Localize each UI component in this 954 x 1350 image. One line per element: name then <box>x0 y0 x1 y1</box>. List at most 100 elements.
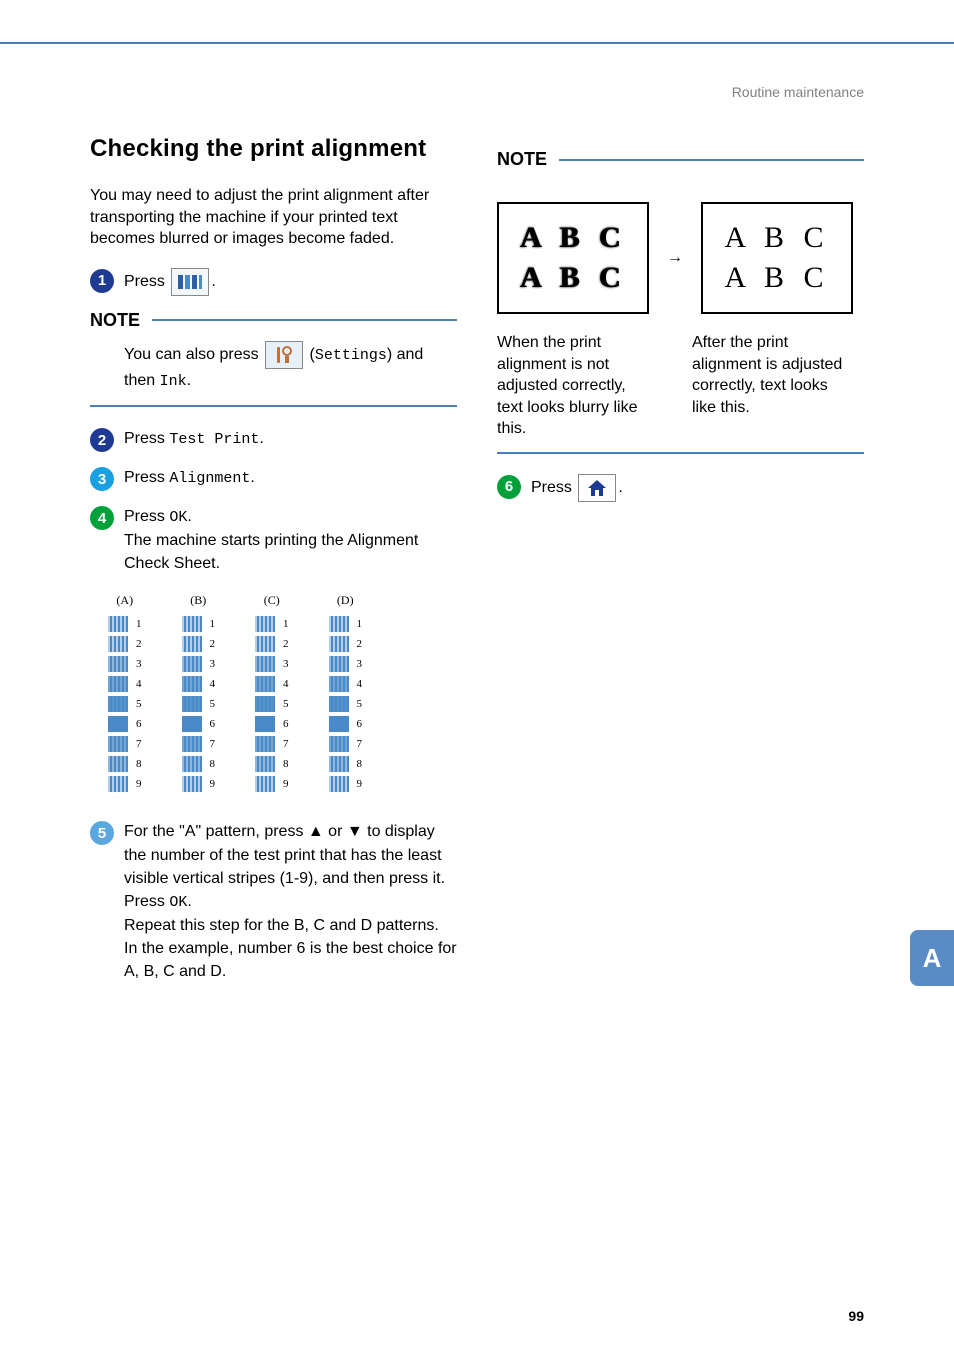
alignment-swatch-number: 5 <box>283 698 289 710</box>
note-rule <box>559 159 864 161</box>
top-rule <box>0 42 954 44</box>
alignment-swatch-row: 1 <box>255 614 289 634</box>
alignment-swatch <box>255 696 275 712</box>
alignment-swatch <box>182 776 202 792</box>
note-1-header: NOTE <box>90 310 457 331</box>
alignment-column-header: (B) <box>182 593 216 608</box>
alignment-swatch <box>255 636 275 652</box>
alignment-swatch <box>255 656 275 672</box>
home-icon <box>578 474 616 502</box>
alignment-swatch <box>108 636 128 652</box>
alignment-column-header: (A) <box>108 593 142 608</box>
alignment-swatch-number: 7 <box>357 738 363 750</box>
alignment-swatch-row: 1 <box>108 614 142 634</box>
alignment-swatch-row: 2 <box>329 634 363 654</box>
alignment-swatch <box>329 676 349 692</box>
sample-correct: A B C A B C <box>701 202 853 314</box>
alignment-swatch-number: 3 <box>357 658 363 670</box>
alignment-swatch-number: 5 <box>210 698 216 710</box>
alignment-swatch-row: 7 <box>329 734 363 754</box>
alignment-swatch-row: 6 <box>255 714 289 734</box>
alignment-swatch-number: 7 <box>283 738 289 750</box>
alignment-swatch-number: 7 <box>210 738 216 750</box>
alignment-swatch-row: 5 <box>108 694 142 714</box>
alignment-swatch <box>108 756 128 772</box>
alignment-swatch-number: 8 <box>357 758 363 770</box>
alignment-check-sheet: (A)123456789(B)123456789(C)123456789(D)1… <box>108 593 457 794</box>
chapter-tab: A <box>910 930 954 986</box>
alignment-swatch <box>182 696 202 712</box>
alignment-swatch-row: 5 <box>182 694 216 714</box>
alignment-swatch-number: 3 <box>283 658 289 670</box>
alignment-swatch <box>108 656 128 672</box>
note-1-body: You can also press (Settings) and then I… <box>90 341 457 394</box>
alignment-swatch-number: 5 <box>357 698 363 710</box>
alignment-swatch-number: 1 <box>210 618 216 630</box>
alignment-swatch <box>108 736 128 752</box>
note-label: NOTE <box>90 310 140 331</box>
alignment-swatch <box>182 636 202 652</box>
alignment-swatch-number: 8 <box>283 758 289 770</box>
step-number-4: 4 <box>90 506 114 530</box>
alignment-column-header: (D) <box>329 593 363 608</box>
alignment-swatch-row: 8 <box>108 754 142 774</box>
alignment-swatch-number: 4 <box>283 678 289 690</box>
alignment-swatch-row: 8 <box>182 754 216 774</box>
alignment-comparison: A B C A B C → A B C A B C <box>497 202 864 314</box>
note-2-header: NOTE <box>497 149 864 170</box>
alignment-swatch-number: 8 <box>136 758 142 770</box>
running-header: Routine maintenance <box>732 84 864 100</box>
alignment-swatch-row: 1 <box>329 614 363 634</box>
alignment-swatch-number: 4 <box>136 678 142 690</box>
note-label: NOTE <box>497 149 547 170</box>
alignment-swatch <box>182 616 202 632</box>
alignment-swatch-number: 2 <box>357 638 363 650</box>
step-number-2: 2 <box>90 428 114 452</box>
alignment-swatch <box>329 756 349 772</box>
alignment-swatch <box>255 756 275 772</box>
alignment-swatch-number: 2 <box>136 638 142 650</box>
alignment-swatch-row: 2 <box>255 634 289 654</box>
ink-icon <box>171 268 209 296</box>
alignment-swatch-row: 3 <box>255 654 289 674</box>
note-1-end-rule <box>90 405 457 407</box>
alignment-swatch-row: 7 <box>108 734 142 754</box>
alignment-swatch-number: 6 <box>357 718 363 730</box>
alignment-swatch <box>182 716 202 732</box>
alignment-swatch-row: 3 <box>329 654 363 674</box>
step-number-5: 5 <box>90 821 114 845</box>
alignment-swatch-row: 4 <box>108 674 142 694</box>
alignment-swatch-number: 8 <box>210 758 216 770</box>
alignment-swatch-number: 9 <box>210 778 216 790</box>
comparison-captions: When the print alignment is not adjusted… <box>497 332 864 440</box>
alignment-swatch-number: 7 <box>136 738 142 750</box>
step-4: 4 Press OK. The machine starts printing … <box>90 505 457 575</box>
alignment-swatch <box>255 716 275 732</box>
alignment-swatch-row: 3 <box>182 654 216 674</box>
alignment-swatch <box>329 696 349 712</box>
sample-blurry: A B C A B C <box>497 202 649 314</box>
alignment-swatch-row: 4 <box>182 674 216 694</box>
alignment-swatch-row: 4 <box>329 674 363 694</box>
intro-paragraph: You may need to adjust the print alignme… <box>90 185 457 250</box>
alignment-swatch-number: 5 <box>136 698 142 710</box>
alignment-swatch-row: 8 <box>329 754 363 774</box>
alignment-swatch <box>182 656 202 672</box>
note-2-end-rule <box>497 452 864 454</box>
alignment-swatch-row: 6 <box>108 714 142 734</box>
alignment-swatch-number: 9 <box>136 778 142 790</box>
alignment-swatch-row: 7 <box>182 734 216 754</box>
alignment-swatch-row: 9 <box>255 774 289 794</box>
blurry-caption: When the print alignment is not adjusted… <box>497 332 652 440</box>
page-number: 99 <box>848 1308 864 1324</box>
alignment-swatch-row: 9 <box>329 774 363 794</box>
alignment-swatch <box>329 656 349 672</box>
alignment-swatch-row: 1 <box>182 614 216 634</box>
alignment-swatch <box>255 736 275 752</box>
alignment-swatch-number: 6 <box>283 718 289 730</box>
step-2: 2 Press Test Print. <box>90 427 457 452</box>
alignment-swatch <box>329 776 349 792</box>
alignment-swatch-number: 3 <box>210 658 216 670</box>
alignment-swatch-number: 3 <box>136 658 142 670</box>
alignment-swatch <box>255 616 275 632</box>
